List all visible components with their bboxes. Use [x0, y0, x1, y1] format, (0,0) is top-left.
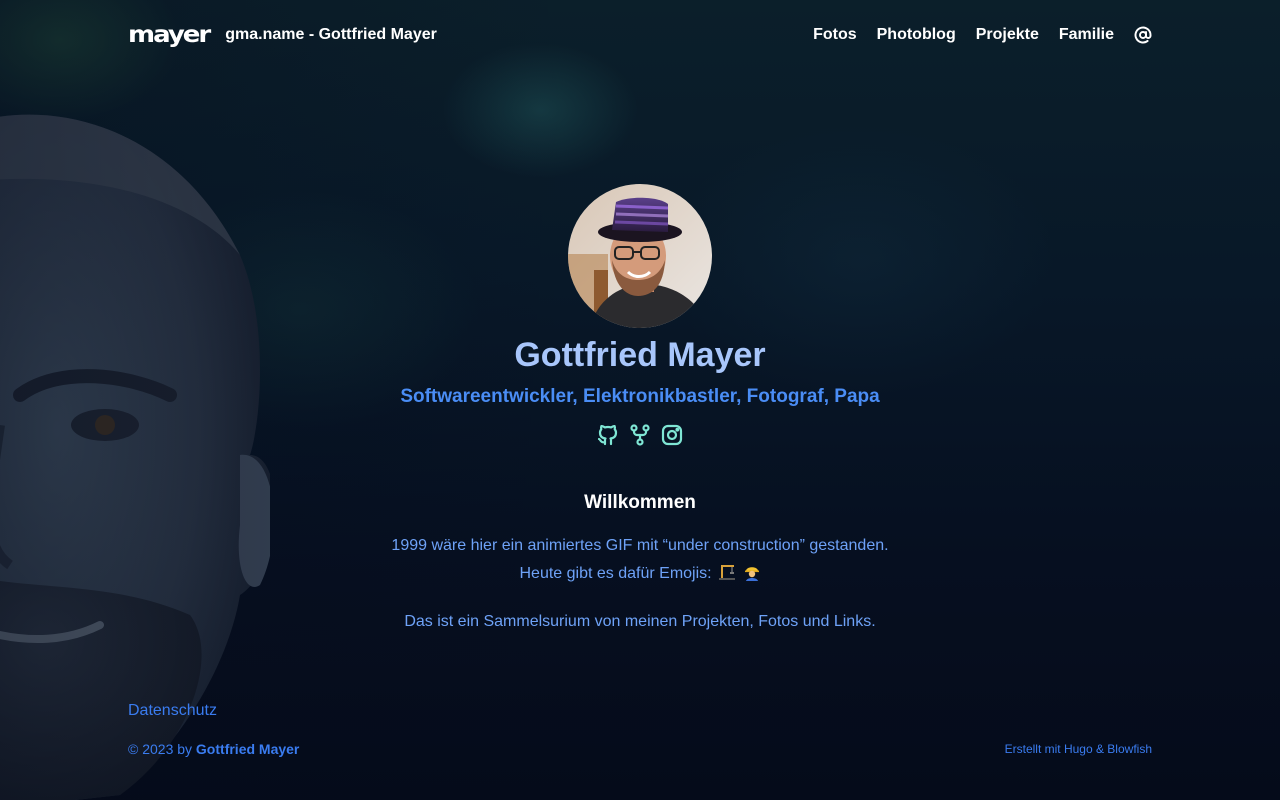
nav-link-projekte[interactable]: Projekte	[976, 26, 1039, 44]
nav-link-photoblog[interactable]: Photoblog	[877, 26, 956, 44]
profile-name: Gottfried Mayer	[514, 336, 766, 374]
instagram-icon[interactable]	[660, 422, 684, 448]
welcome-line-1: 1999 wäre hier ein animiertes GIF mit “u…	[391, 537, 889, 554]
profile-tagline: Softwareentwickler, Elektronikbastler, F…	[400, 386, 880, 407]
github-icon[interactable]	[596, 422, 620, 448]
site-title-link[interactable]: gma.name - Gottfried Mayer	[225, 26, 437, 44]
privacy-link[interactable]: Datenschutz	[128, 702, 217, 720]
welcome-line-2: Heute gibt es dafür Emojis:	[519, 565, 712, 582]
nav-link-fotos[interactable]: Fotos	[813, 26, 857, 44]
welcome-line-2-wrap: Heute gibt es dafür Emojis:	[0, 560, 1280, 591]
main-nav: Fotos Photoblog Projekte Familie	[793, 26, 1152, 44]
site-header: mayer gma.name - Gottfried Mayer Fotos P…	[128, 18, 1152, 52]
copyright: © 2023 by Gottfried Mayer	[128, 741, 299, 757]
construction-crane-icon	[718, 563, 736, 591]
welcome-paragraph-2: Das ist ein Sammelsurium von meinen Proj…	[404, 613, 876, 630]
built-with-link[interactable]: Erstellt mit Hugo & Blowfish	[1005, 742, 1152, 756]
site-logo[interactable]: mayer	[128, 23, 211, 46]
at-icon[interactable]	[1134, 26, 1152, 44]
social-links	[0, 422, 1280, 448]
git-fork-icon[interactable]	[628, 422, 652, 448]
brand: mayer gma.name - Gottfried Mayer	[128, 22, 437, 48]
copyright-prefix: © 2023 by	[128, 741, 193, 757]
construction-worker-icon	[743, 563, 761, 591]
copyright-name: Gottfried Mayer	[195, 741, 300, 757]
profile-avatar	[568, 184, 712, 328]
welcome-heading: Willkommen	[584, 492, 696, 513]
welcome-paragraph-1: 1999 wäre hier ein animiertes GIF mit “u…	[0, 532, 1280, 591]
nav-link-familie[interactable]: Familie	[1059, 26, 1114, 44]
